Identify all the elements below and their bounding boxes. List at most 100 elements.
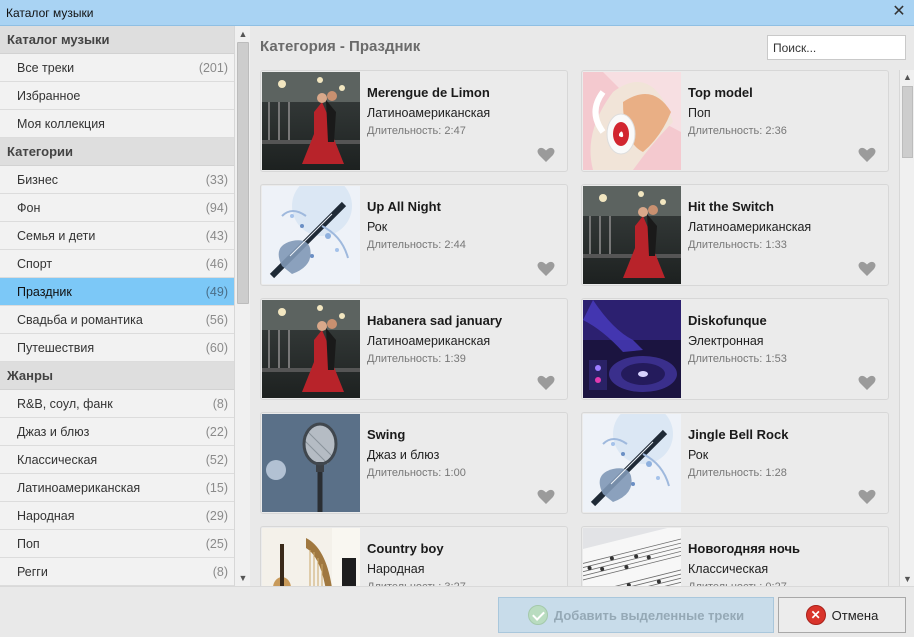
sidebar-item-count: (52) [205,453,228,467]
track-card[interactable]: Habanera sad january Латиноамериканская Дл… [260,298,568,400]
sidebar-item[interactable]: Поп (25) [0,530,234,558]
sidebar-item-label: Праздник [17,285,72,299]
sidebar-section-header: Жанры [0,362,234,390]
scroll-thumb[interactable] [237,42,249,304]
search-input[interactable] [767,35,906,60]
track-card[interactable]: Country boyНароднаяДлительность: 3:27 [260,526,568,586]
track-duration: Длительность: 1:00 [367,467,466,479]
sidebar-item[interactable]: Латиноамериканская (15) [0,474,234,502]
track-card[interactable]: Top model Поп Длительность: 2:36 [581,70,889,172]
sidebar-item[interactable]: Моя коллекция [0,110,234,138]
track-artwork [262,300,360,398]
track-artwork [262,414,360,512]
sidebar-item-label: R&B, соул, фанк [17,397,113,411]
track-title: Country boy [367,541,444,556]
heart-icon[interactable] [858,489,876,505]
sidebar-item-label: Моя коллекция [17,117,105,131]
track-card[interactable]: Swing Джаз и блюз Длительность: 1:00 [260,412,568,514]
sidebar-item-count: (25) [205,537,228,551]
scroll-up-icon[interactable]: ▲ [235,26,251,42]
sidebar-item[interactable]: Все треки (201) [0,54,234,82]
sidebar-item-label: Спорт [17,257,53,271]
cancel-button[interactable]: ✕ Отмена [778,597,906,633]
heart-icon[interactable] [858,375,876,391]
close-circle-icon: ✕ [805,605,826,625]
sidebar-item-label: Регги [17,565,48,579]
sidebar-item[interactable]: R&B, соул, фанк (8) [0,390,234,418]
sidebar-item-count: (8) [212,565,228,579]
sidebar-item-count: (56) [205,313,228,327]
sidebar-item[interactable]: Классическая (52) [0,446,234,474]
track-artwork [583,72,681,170]
track-duration: Длительность: 2:44 [367,239,466,251]
track-title: Hit the Switch [688,199,774,214]
sidebar-item-label: Классическая [17,453,98,467]
sidebar-section-header: Каталог музыки [0,26,234,54]
track-duration: Длительность: 1:33 [688,239,787,251]
heart-icon[interactable] [537,375,555,391]
track-artwork [583,186,681,284]
sidebar-item[interactable]: Народная (29) [0,502,234,530]
sidebar-item[interactable]: Фон (94) [0,194,234,222]
track-duration: Длительность: 1:53 [688,353,787,365]
track-card[interactable]: Jingle Bell Rock Рок Длительность: 1:28 [581,412,889,514]
sidebar-item-count: (15) [205,481,228,495]
sidebar-item[interactable]: Свадьба и романтика (56) [0,306,234,334]
track-genre: Латиноамериканская [367,334,491,348]
heart-icon[interactable] [858,261,876,277]
sidebar-item[interactable]: Праздник (49) [0,278,234,306]
sidebar-item[interactable]: Избранное [0,82,234,110]
track-genre: Латиноамериканская [367,106,491,120]
sidebar-item-label: Фон [17,201,41,215]
sidebar-item-count: (8) [212,397,228,411]
track-grid: Merengue de Limon Латиноамериканская Длите… [251,26,899,586]
track-title: Habanera sad january [367,313,503,328]
scroll-up-icon[interactable]: ▲ [900,70,914,84]
track-title: Swing [367,427,406,442]
track-card[interactable]: Merengue de Limon Латиноамериканская Длите… [260,70,568,172]
sidebar-item[interactable]: Бизнес (33) [0,166,234,194]
track-artwork [262,72,360,170]
track-genre: Рок [367,220,388,234]
sidebar-item[interactable]: Регги (8) [0,558,234,586]
track-duration: Длительность: 2:47 [367,125,466,137]
track-artwork [262,186,360,284]
track-card[interactable]: Up All Night Рок Длительность: 2:44 [260,184,568,286]
track-artwork [583,300,681,398]
heart-icon[interactable] [537,489,555,505]
track-genre: Латиноамериканская [688,220,812,234]
heart-icon[interactable] [858,147,876,163]
sidebar-item[interactable]: Джаз и блюз (22) [0,418,234,446]
track-title: Top model [688,85,753,100]
track-card[interactable]: Hit the Switch Латиноамериканская Длительн… [581,184,889,286]
track-artwork [583,414,681,512]
sidebar-item-label: Поп [17,537,40,551]
scroll-thumb[interactable] [902,86,913,158]
tracks-scrollbar[interactable]: ▲ ▼ [899,70,914,586]
track-genre: Рок [688,448,709,462]
sidebar-item[interactable]: Путешествия (60) [0,334,234,362]
track-title: Новогодняя ночь [688,541,800,556]
window-title: Каталог музыки [6,6,94,20]
page-title: Категория - Праздник [260,38,421,55]
sidebar: Каталог музыки Все треки (201) Избранное Моя… [0,26,234,586]
track-genre: Народная [367,562,425,576]
add-selected-tracks-button[interactable]: Добавить выделенные треки [498,597,774,633]
sidebar-item-count: (46) [205,257,228,271]
track-card[interactable]: Diskofunque Электронная Длительность: 1:53 [581,298,889,400]
sidebar-scrollbar[interactable]: ▲ ▼ [234,26,250,586]
track-genre: Электронная [688,334,764,348]
heart-icon[interactable] [537,261,555,277]
sidebar-item[interactable]: Семья и дети (43) [0,222,234,250]
track-artwork [583,528,681,586]
main-panel: Merengue de Limon Латиноамериканская Длите… [251,26,914,586]
sidebar-item-label: Семья и дети [17,229,96,243]
close-icon[interactable]: ✕ [890,3,908,21]
track-genre: Классическая [688,562,769,576]
scroll-down-icon[interactable]: ▼ [235,570,251,586]
sidebar-item[interactable]: Спорт (46) [0,250,234,278]
track-card[interactable]: Новогодняя ночьКлассическаяДлительность:… [581,526,889,586]
heart-icon[interactable] [537,147,555,163]
add-selected-tracks-label: Добавить выделенные треки [553,607,745,623]
scroll-down-icon[interactable]: ▼ [900,572,914,586]
